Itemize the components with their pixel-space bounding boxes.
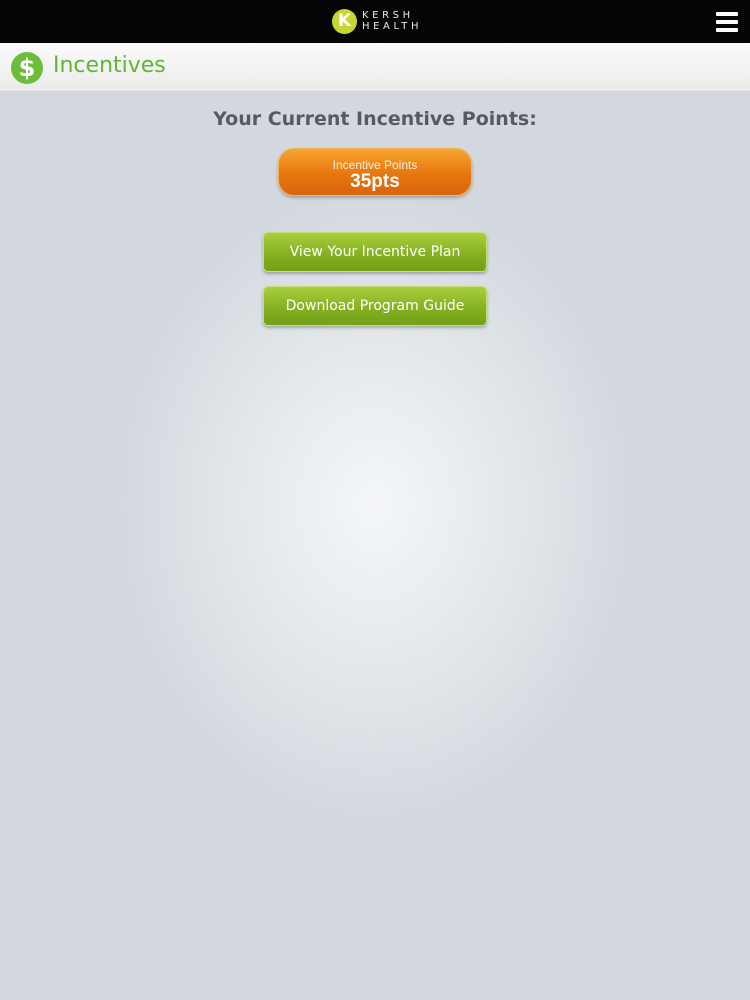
- page-header: $ Incentives: [0, 43, 750, 92]
- kersh-health-logo[interactable]: K KERSH HEALTH: [332, 6, 422, 36]
- hamburger-menu-icon[interactable]: [716, 12, 740, 32]
- points-label: Incentive Points: [332, 158, 418, 172]
- menu-line: [716, 12, 738, 16]
- menu-line: [716, 20, 738, 24]
- points-value: 35pts: [350, 171, 400, 192]
- page-title: Incentives: [53, 53, 166, 78]
- points-heading: Your Current Incentive Points:: [213, 108, 537, 130]
- top-bar: K KERSH HEALTH: [0, 0, 750, 43]
- download-program-guide-button[interactable]: Download Program Guide: [263, 286, 487, 326]
- logo-line-1: KERSH: [362, 10, 414, 21]
- view-incentive-plan-button[interactable]: View Your Incentive Plan: [263, 232, 487, 272]
- menu-line: [716, 28, 738, 32]
- logo-mark-icon: K: [332, 8, 357, 34]
- logo-line-2: HEALTH: [362, 21, 423, 32]
- dollar-icon: $: [11, 52, 43, 84]
- incentive-points-badge: Incentive Points 35pts: [278, 148, 472, 196]
- logo-text: KERSH HEALTH: [362, 10, 422, 32]
